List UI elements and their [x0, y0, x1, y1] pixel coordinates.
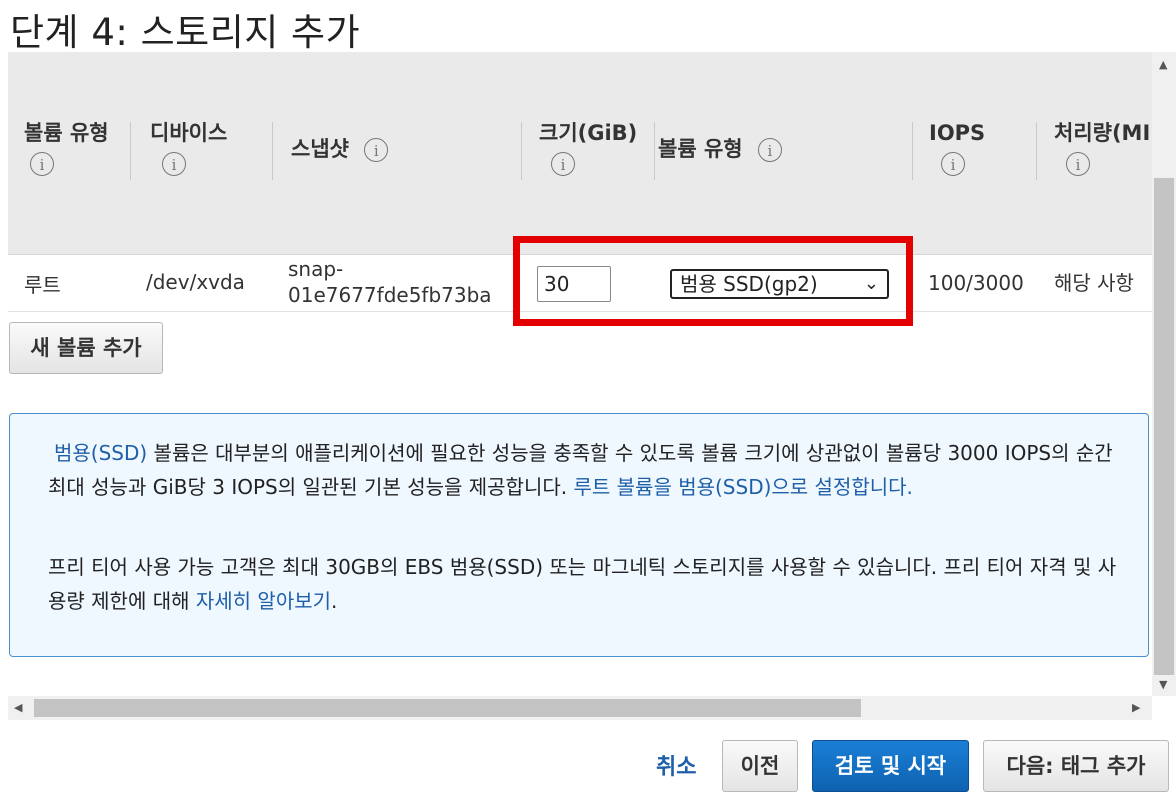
cell-device: /dev/xvda	[146, 270, 245, 294]
horizontal-scrollbar[interactable]: ◀ ▶	[8, 696, 1152, 720]
info-paragraph-1: 범용(SSD) 볼륨은 대부분의 애플리케이션에 필요한 성능을 충족할 수 있…	[48, 436, 1128, 504]
storage-scroll-area[interactable]: 볼륨 유형 i 디바이스 i 스냅샷 i 크기(GiB) i 볼륨 유형 i I…	[0, 52, 1152, 696]
previous-button[interactable]: 이전	[722, 740, 798, 792]
cell-snapshot-line2: 01e7677fde5fb73ba	[288, 283, 492, 307]
column-divider	[272, 122, 273, 180]
info-icon[interactable]: i	[941, 152, 965, 176]
column-divider	[521, 122, 522, 180]
vertical-scroll-thumb[interactable]	[1154, 178, 1174, 675]
header-device-label: 디바이스	[150, 121, 228, 145]
cancel-link[interactable]: 취소	[656, 749, 696, 781]
header-throughput-label: 처리량(MI	[1054, 121, 1151, 145]
header-volume-kind-label: 볼륨 유형	[658, 137, 743, 161]
header-volume-type-label: 볼륨 유형	[24, 121, 109, 145]
info-icon[interactable]: i	[364, 138, 389, 162]
review-and-launch-button[interactable]: 검토 및 시작	[812, 740, 969, 792]
header-volume-type: 볼륨 유형 i	[24, 118, 114, 178]
info-paragraph-2: 프리 티어 사용 가능 고객은 최대 30GB의 EBS 범용(SSD) 또는 …	[48, 550, 1128, 618]
info-icon[interactable]: i	[162, 152, 186, 176]
column-divider	[654, 122, 655, 180]
add-volume-button[interactable]: 새 볼륨 추가	[9, 322, 163, 374]
column-divider	[912, 122, 913, 180]
page-title: 단계 4: 스토리지 추가	[10, 11, 361, 54]
header-volume-kind: 볼륨 유형 i	[658, 134, 782, 164]
column-divider	[130, 122, 131, 180]
arrow-left-icon[interactable]: ◀	[14, 701, 22, 714]
header-iops: IOPS i	[929, 118, 985, 178]
header-throughput: 처리량(MI i	[1054, 118, 1152, 178]
cell-throughput: 해당 사항	[1054, 271, 1134, 295]
info-text-2-end: .	[331, 589, 338, 613]
column-divider	[1036, 122, 1037, 180]
arrow-down-icon[interactable]: ▼	[1159, 678, 1167, 691]
info-icon[interactable]: i	[30, 152, 54, 176]
highlight-annotation	[513, 236, 913, 326]
cell-snapshot: snap- 01e7677fde5fb73ba	[288, 256, 492, 308]
cell-snapshot-line1: snap-	[288, 257, 344, 281]
header-snapshot: 스냅샷 i	[291, 134, 389, 164]
cell-volume-type: 루트	[24, 273, 61, 297]
ssd-info-link[interactable]: 범용(SSD)	[54, 441, 147, 465]
arrow-right-icon[interactable]: ▶	[1132, 701, 1140, 714]
learn-more-link[interactable]: 자세히 알아보기	[196, 589, 331, 613]
vertical-scrollbar[interactable]: ▲ ▼	[1152, 52, 1176, 696]
arrow-up-icon[interactable]: ▲	[1159, 58, 1167, 71]
info-box: 범용(SSD) 볼륨은 대부분의 애플리케이션에 필요한 성능을 충족할 수 있…	[9, 413, 1149, 657]
table-header: 볼륨 유형 i 디바이스 i 스냅샷 i 크기(GiB) i 볼륨 유형 i I…	[8, 52, 1152, 255]
cell-iops: 100/3000	[928, 271, 1024, 295]
header-size: 크기(GiB) i	[539, 118, 637, 178]
header-iops-label: IOPS	[929, 121, 986, 145]
header-device: 디바이스 i	[150, 118, 227, 178]
header-snapshot-label: 스냅샷	[291, 137, 349, 161]
info-icon[interactable]: i	[1066, 152, 1090, 176]
next-add-tags-button[interactable]: 다음: 태그 추가	[983, 740, 1169, 792]
info-icon[interactable]: i	[757, 138, 782, 162]
set-root-ssd-link[interactable]: 루트 볼륨을 범용(SSD)으로 설정합니다.	[573, 475, 912, 499]
info-icon[interactable]: i	[551, 152, 575, 176]
header-size-label: 크기(GiB)	[539, 121, 638, 145]
horizontal-scroll-thumb[interactable]	[34, 699, 861, 717]
